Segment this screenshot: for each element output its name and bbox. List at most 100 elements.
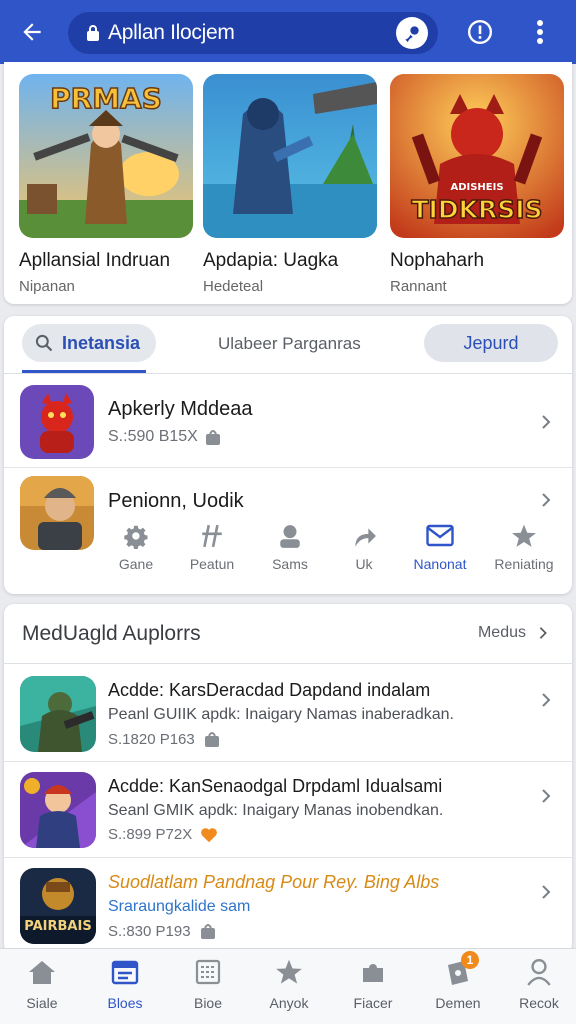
list-item-description: Peanl GUIIK apdk: Inaigary Namas inabera… <box>108 706 454 723</box>
nav-label: Fiacer <box>353 995 393 1011</box>
app-icon: PAIRBAIS <box>20 868 96 944</box>
filter-tabs: Inetansia Ulabeer Parganras Jepurd <box>4 316 572 374</box>
star-icon <box>510 522 538 550</box>
chevron-right-icon <box>542 789 551 803</box>
featured-art-top-text: ADISHEIS <box>450 182 503 193</box>
featured-title: Apllansial Indruan <box>19 250 171 271</box>
list-item[interactable]: Penionn, Uodik Gane Peatun Sams Uk Nanon… <box>4 468 572 594</box>
nav-item[interactable]: Siale <box>7 957 77 1011</box>
action-button[interactable]: Uk <box>326 522 402 572</box>
app-icon <box>20 676 96 752</box>
action-label: Uk <box>355 556 373 572</box>
featured-card[interactable]: PRMAS Apllansial Indruan Nipanan <box>19 74 193 295</box>
app-icon <box>20 772 96 848</box>
alert-circle-icon <box>467 19 493 45</box>
list-item-description: Seanl GMIK apdk: Inaigary Manas inobendk… <box>108 802 444 819</box>
nav-item[interactable]: Fiacer <box>338 957 408 1011</box>
tab-active[interactable]: Inetansia <box>22 324 156 362</box>
list-item[interactable]: Apkerly Mddeaa S.:590 B15X <box>4 376 572 468</box>
gift-icon <box>205 430 220 445</box>
action-label: Peatun <box>189 556 235 572</box>
list-item-meta-text: S.:899 P72X <box>108 826 193 843</box>
featured-artwork <box>203 74 377 238</box>
person-icon <box>524 957 554 987</box>
puzzle-icon <box>358 957 388 987</box>
home-icon <box>27 957 57 987</box>
list-item-title: Acdde: KanSenaodgal Drpdaml Idualsami <box>108 776 443 796</box>
nav-label: Demen <box>435 995 481 1011</box>
calendar-icon <box>110 957 140 987</box>
app-icon <box>20 476 94 550</box>
chevron-right-icon <box>542 885 551 899</box>
tab-indicator <box>22 370 146 373</box>
list-item-title: Suodlatlam Pandnag Pour Rey. Bing Albs <box>108 872 440 892</box>
tab-label: Inetansia <box>62 332 141 353</box>
nav-label: Anyok <box>269 995 309 1011</box>
chevron-right-icon <box>542 693 551 707</box>
see-more-link[interactable]: Medus <box>478 624 550 642</box>
list-item-meta-text: S.1820 P163 <box>108 730 195 748</box>
featured-card[interactable]: Apdapia: Uagka Hedeteal <box>203 74 377 295</box>
gear-icon <box>122 522 150 550</box>
tab-middle[interactable]: Ulabeer Parganras <box>218 334 361 354</box>
apps-list-card: Inetansia Ulabeer Parganras Jepurd Apker… <box>4 316 572 594</box>
chevron-right-icon <box>542 415 551 429</box>
featured-art-text: PRMAS <box>50 82 162 115</box>
search-text: Apllan Ilocjem <box>108 21 235 44</box>
featured-card[interactable]: ADISHEIS TIDKRSIS Nophaharh Rannant <box>390 74 564 295</box>
heart-icon <box>201 827 218 842</box>
featured-art-text: TIDKRSIS <box>411 195 542 224</box>
person-icon <box>276 522 304 550</box>
mic-icon <box>405 26 419 43</box>
featured-artwork: PRMAS <box>19 74 193 238</box>
quick-actions: Gane Peatun Sams Uk Nanonat Reniating <box>108 522 564 582</box>
action-button[interactable]: Gane <box>98 522 174 572</box>
action-label: Nanonat <box>413 556 467 572</box>
top-app-bar: Apllan Ilocjem <box>0 0 576 64</box>
notification-badge: 1 <box>461 951 479 969</box>
app-icon-text: PAIRBAIS <box>24 919 91 934</box>
section-header: MedUagld Auplorrs Medus <box>4 604 572 664</box>
list-item-meta-text: S.:590 B15X <box>108 428 198 445</box>
list-item-meta: S.:590 B15X <box>108 428 224 446</box>
info-button[interactable] <box>462 14 498 50</box>
list-item[interactable]: PAIRBAIS Suodlatlam Pandnag Pour Rey. Bi… <box>4 858 572 954</box>
list-item-meta-text: S.:830 P193 <box>108 922 191 940</box>
nav-label: Bloes <box>107 995 143 1011</box>
action-button[interactable]: Peatun <box>174 522 250 572</box>
nav-item-active[interactable]: Bloes <box>90 957 160 1011</box>
tab-right[interactable]: Jepurd <box>424 324 558 362</box>
overflow-menu-button[interactable] <box>522 14 558 50</box>
list-item[interactable]: Acdde: KarsDeracdad Dapdand indalam Pean… <box>4 666 572 762</box>
ticket-icon: 1 <box>443 951 479 987</box>
list-item-description: Sraraungkalide sam <box>108 898 251 915</box>
search-field[interactable]: Apllan Ilocjem <box>68 12 438 54</box>
mail-icon <box>426 522 454 550</box>
list-item[interactable]: Acdde: KanSenaodgal Drpdaml Idualsami Se… <box>4 762 572 858</box>
nav-label: Siale <box>26 995 58 1011</box>
section-title: MedUagld Auplorrs <box>22 622 201 645</box>
back-button[interactable] <box>8 8 56 56</box>
star-icon <box>274 957 304 987</box>
see-more-label: Medus <box>477 624 526 641</box>
featured-carousel: PRMAS Apllansial Indruan Nipanan Apdapia… <box>4 62 572 304</box>
voice-search-button[interactable] <box>396 17 428 49</box>
nav-label: Bioe <box>193 995 223 1011</box>
featured-subtitle: Rannant <box>390 278 447 295</box>
action-button[interactable]: Reniating <box>486 522 562 572</box>
nav-item[interactable]: Anyok <box>254 957 324 1011</box>
nav-item[interactable]: 1 Demen <box>423 951 493 1011</box>
nav-item[interactable]: Bioe <box>173 957 243 1011</box>
list-item-meta: S.:830 P193 <box>108 922 219 940</box>
list-item-title: Apkerly Mddeaa <box>108 398 253 420</box>
recommendations-card: MedUagld Auplorrs Medus Acdde: KarsDerac… <box>4 604 572 954</box>
featured-subtitle: Hedeteal <box>203 278 264 295</box>
chevron-right-icon <box>539 627 547 639</box>
back-arrow-icon <box>23 23 41 41</box>
nav-item[interactable]: Recok <box>504 957 574 1011</box>
action-button[interactable]: Sams <box>252 522 328 572</box>
list-item-title: Penionn, Uodik <box>108 490 244 512</box>
slash-icon <box>198 522 226 550</box>
lock-icon <box>87 25 99 41</box>
action-button-active[interactable]: Nanonat <box>402 522 478 572</box>
